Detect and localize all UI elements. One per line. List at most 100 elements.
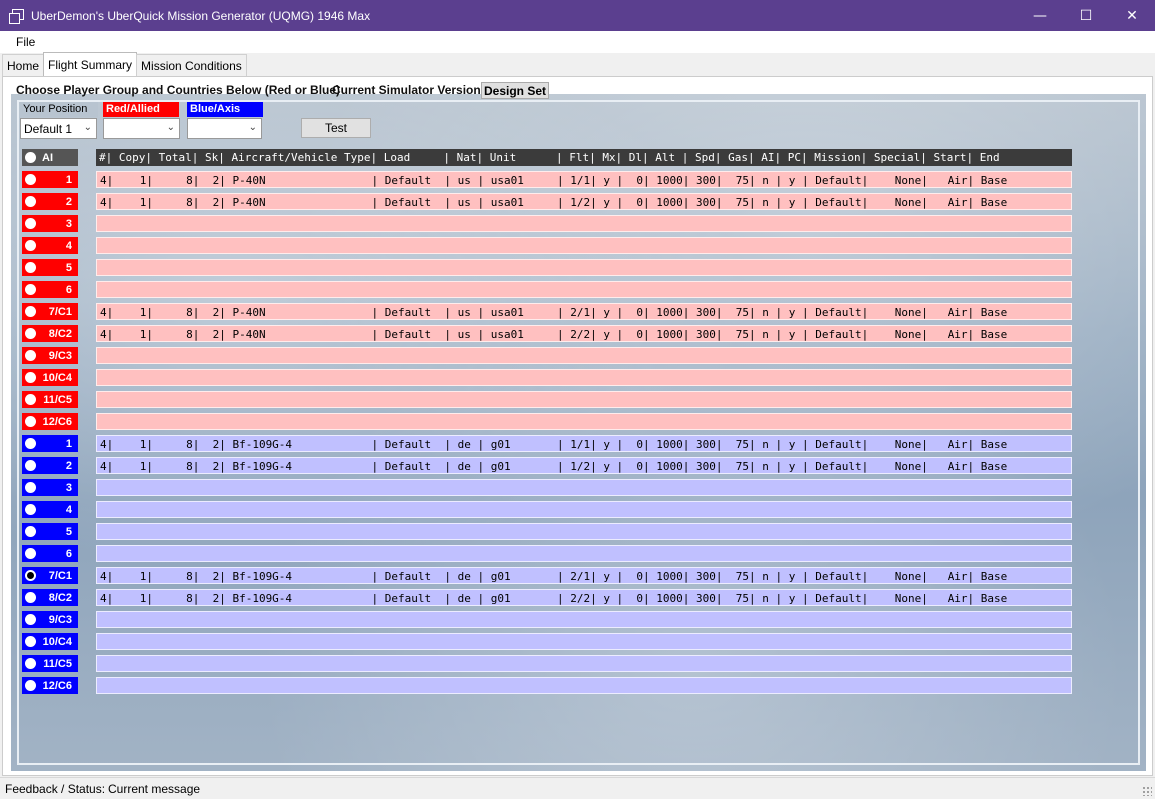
table-row[interactable]: 4| 1| 8| 2| P-40N | Default | us | usa01…	[96, 325, 1072, 342]
radio-label: 8/C2	[48, 327, 72, 340]
radio-label: 5	[65, 525, 72, 538]
test-button[interactable]: Test	[301, 118, 371, 138]
radio-label: 9/C3	[48, 613, 72, 626]
radio-blue-12-c6[interactable]: 12/C6	[22, 677, 78, 694]
radio-selected-icon	[25, 570, 36, 581]
radio-label: 1	[65, 437, 72, 450]
radio-icon	[25, 504, 36, 515]
table-row[interactable]	[96, 523, 1072, 540]
red-allied-label: Red/Allied	[103, 102, 179, 117]
table-row[interactable]	[96, 281, 1072, 298]
radio-icon	[25, 350, 36, 361]
radio-icon	[25, 306, 36, 317]
radio-icon	[25, 218, 36, 229]
maximize-icon: ☐	[1079, 7, 1093, 24]
tab-home[interactable]: Home	[2, 54, 45, 76]
radio-red-3[interactable]: 3	[22, 215, 78, 232]
radio-blue-5[interactable]: 5	[22, 523, 78, 540]
radio-red-7-c1[interactable]: 7/C1	[22, 303, 78, 320]
radio-red-2[interactable]: 2	[22, 193, 78, 210]
radio-blue-2[interactable]: 2	[22, 457, 78, 474]
radio-blue-7-c1[interactable]: 7/C1	[22, 567, 78, 584]
radio-label: 5	[65, 261, 72, 274]
table-row[interactable]	[96, 501, 1072, 518]
chevron-down-icon: ⌄	[248, 122, 257, 133]
radio-red-1[interactable]: 1	[22, 171, 78, 188]
radio-label: 7/C1	[48, 305, 72, 318]
table-row[interactable]	[96, 677, 1072, 694]
blue-country-select[interactable]: ⌄	[187, 118, 262, 139]
table-row[interactable]: 4| 1| 8| 2| Bf-109G-4 | Default | de | g…	[96, 457, 1072, 474]
table-row[interactable]	[96, 391, 1072, 408]
table-row[interactable]: 4| 1| 8| 2| Bf-109G-4 | Default | de | g…	[96, 567, 1072, 584]
window-title: UberDemon's UberQuick Mission Generator …	[31, 8, 371, 23]
table-row[interactable]: 4| 1| 8| 2| P-40N | Default | us | usa01…	[96, 171, 1072, 188]
position-label: Your Position	[20, 102, 98, 117]
menu-file[interactable]: File	[16, 35, 35, 49]
radio-label: 10/C4	[42, 635, 72, 648]
radio-label: 6	[65, 283, 72, 296]
position-select[interactable]: Default 1 ⌄	[20, 118, 97, 139]
radio-icon	[25, 614, 36, 625]
radio-blue-1[interactable]: 1	[22, 435, 78, 452]
table-row[interactable]	[96, 259, 1072, 276]
radio-blue-10-c4[interactable]: 10/C4	[22, 633, 78, 650]
table-row[interactable]	[96, 413, 1072, 430]
red-country-select[interactable]: ⌄	[103, 118, 180, 139]
status-label: Feedback / Status:	[5, 782, 106, 796]
radio-label: 4	[65, 503, 72, 516]
radio-blue-8-c2[interactable]: 8/C2	[22, 589, 78, 606]
maximize-button[interactable]: ☐	[1063, 0, 1109, 31]
radio-red-4[interactable]: 4	[22, 237, 78, 254]
radio-icon	[25, 240, 36, 251]
table-row[interactable]	[96, 237, 1072, 254]
table-row[interactable]	[96, 215, 1072, 232]
tab-strip: Home Flight Summary Mission Conditions	[2, 52, 247, 76]
radio-red-11-c5[interactable]: 11/C5	[22, 391, 78, 408]
resize-grip-icon[interactable]	[1142, 786, 1152, 796]
table-header: #| Copy| Total| Sk| Aircraft/Vehicle Typ…	[96, 149, 1072, 166]
radio-label: 11/C5	[43, 657, 72, 670]
chevron-down-icon: ⌄	[83, 122, 92, 133]
radio-blue-4[interactable]: 4	[22, 501, 78, 518]
radio-icon	[25, 152, 36, 163]
table-row[interactable]: 4| 1| 8| 2| Bf-109G-4 | Default | de | g…	[96, 589, 1072, 606]
radio-label: 12/C6	[42, 415, 72, 428]
radio-label: 2	[65, 459, 72, 472]
table-row[interactable]	[96, 369, 1072, 386]
table-row[interactable]	[96, 347, 1072, 364]
table-row[interactable]: 4| 1| 8| 2| Bf-109G-4 | Default | de | g…	[96, 435, 1072, 452]
tab-mission-conditions[interactable]: Mission Conditions	[136, 54, 247, 76]
radio-blue-11-c5[interactable]: 11/C5	[22, 655, 78, 672]
close-button[interactable]: ✕	[1109, 0, 1155, 31]
radio-red-10-c4[interactable]: 10/C4	[22, 369, 78, 386]
table-row[interactable]	[96, 545, 1072, 562]
radio-red-9-c3[interactable]: 9/C3	[22, 347, 78, 364]
radio-red-8-c2[interactable]: 8/C2	[22, 325, 78, 342]
table-row[interactable]: 4| 1| 8| 2| P-40N | Default | us | usa01…	[96, 193, 1072, 210]
radio-red-5[interactable]: 5	[22, 259, 78, 276]
minimize-button[interactable]: —	[1017, 0, 1063, 31]
table-row[interactable]	[96, 611, 1072, 628]
ai-radio[interactable]: AI	[22, 149, 78, 166]
radio-red-12-c6[interactable]: 12/C6	[22, 413, 78, 430]
radio-red-6[interactable]: 6	[22, 281, 78, 298]
table-row[interactable]	[96, 479, 1072, 496]
app-icon	[9, 8, 24, 24]
radio-blue-9-c3[interactable]: 9/C3	[22, 611, 78, 628]
radio-label: 7/C1	[48, 569, 72, 582]
table-row[interactable]: 4| 1| 8| 2| P-40N | Default | us | usa01…	[96, 303, 1072, 320]
radio-icon	[25, 262, 36, 273]
tab-flight-summary[interactable]: Flight Summary	[43, 52, 138, 76]
ai-radio-label: AI	[42, 151, 53, 164]
radio-label: 11/C5	[43, 393, 72, 406]
table-row[interactable]	[96, 633, 1072, 650]
radio-icon	[25, 394, 36, 405]
radio-label: 3	[65, 217, 72, 230]
radio-blue-6[interactable]: 6	[22, 545, 78, 562]
radio-icon	[25, 438, 36, 449]
radio-blue-3[interactable]: 3	[22, 479, 78, 496]
table-row[interactable]	[96, 655, 1072, 672]
radio-icon	[25, 526, 36, 537]
choose-heading: Choose Player Group and Countries Below …	[16, 83, 341, 97]
